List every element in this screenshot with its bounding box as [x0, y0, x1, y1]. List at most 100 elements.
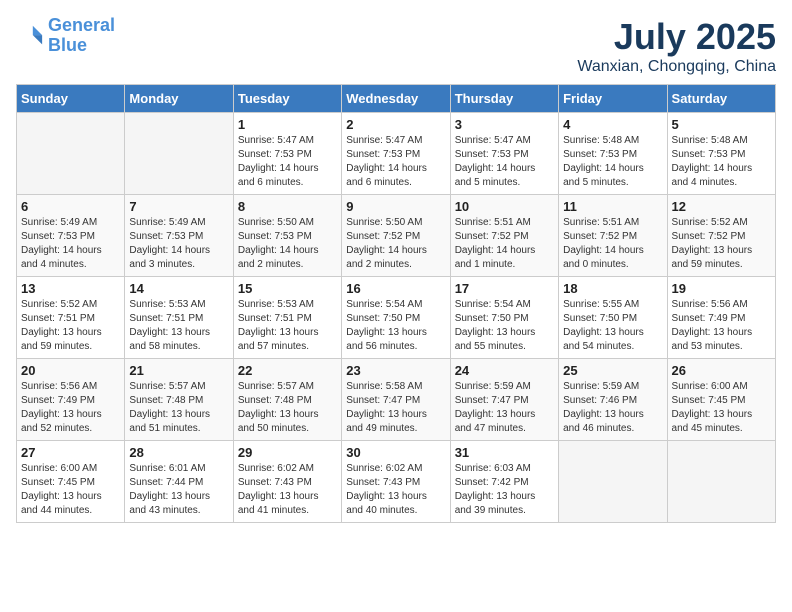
day-number: 29: [238, 445, 337, 460]
day-info: Sunrise: 5:48 AMSunset: 7:53 PMDaylight:…: [672, 134, 771, 190]
day-info: Sunrise: 5:53 AMSunset: 7:51 PMDaylight:…: [238, 298, 337, 354]
day-number: 1: [238, 117, 337, 132]
calendar-cell: 11 Sunrise: 5:51 AMSunset: 7:52 PMDayligh…: [559, 195, 667, 277]
day-info: Sunrise: 5:57 AMSunset: 7:48 PMDaylight:…: [129, 380, 228, 436]
day-number: 20: [21, 363, 120, 378]
calendar-cell: 28 Sunrise: 6:01 AMSunset: 7:44 PMDayligh…: [125, 441, 233, 523]
day-number: 27: [21, 445, 120, 460]
day-info: Sunrise: 5:47 AMSunset: 7:53 PMDaylight:…: [238, 134, 337, 190]
day-info: Sunrise: 5:56 AMSunset: 7:49 PMDaylight:…: [672, 298, 771, 354]
calendar-cell: 18 Sunrise: 5:55 AMSunset: 7:50 PMDayligh…: [559, 277, 667, 359]
day-info: Sunrise: 5:54 AMSunset: 7:50 PMDaylight:…: [455, 298, 554, 354]
day-number: 18: [563, 281, 662, 296]
day-number: 24: [455, 363, 554, 378]
logo: General Blue: [16, 16, 115, 56]
calendar-week-row: 20 Sunrise: 5:56 AMSunset: 7:49 PMDayligh…: [17, 359, 776, 441]
calendar-week-row: 1 Sunrise: 5:47 AMSunset: 7:53 PMDaylight…: [17, 113, 776, 195]
calendar-cell: 9Sunrise: 5:50 AMSunset: 7:52 PMDaylight…: [342, 195, 450, 277]
day-info: Sunrise: 6:02 AMSunset: 7:43 PMDaylight:…: [238, 462, 337, 518]
day-number: 13: [21, 281, 120, 296]
calendar-cell: 30Sunrise: 6:02 AMSunset: 7:43 PMDayligh…: [342, 441, 450, 523]
calendar-week-row: 6 Sunrise: 5:49 AMSunset: 7:53 PMDaylight…: [17, 195, 776, 277]
calendar-cell: 4 Sunrise: 5:48 AMSunset: 7:53 PMDaylight…: [559, 113, 667, 195]
calendar-cell: 5Sunrise: 5:48 AMSunset: 7:53 PMDaylight…: [667, 113, 775, 195]
day-info: Sunrise: 5:57 AMSunset: 7:48 PMDaylight:…: [238, 380, 337, 436]
calendar-cell: 7 Sunrise: 5:49 AMSunset: 7:53 PMDaylight…: [125, 195, 233, 277]
day-info: Sunrise: 5:49 AMSunset: 7:53 PMDaylight:…: [129, 216, 228, 272]
calendar-cell: 31Sunrise: 6:03 AMSunset: 7:42 PMDayligh…: [450, 441, 558, 523]
logo-icon: [16, 22, 44, 50]
calendar-cell: 22Sunrise: 5:57 AMSunset: 7:48 PMDayligh…: [233, 359, 341, 441]
calendar-cell: 14 Sunrise: 5:53 AMSunset: 7:51 PMDayligh…: [125, 277, 233, 359]
day-of-week-header: Friday: [559, 85, 667, 113]
day-number: 9: [346, 199, 445, 214]
day-info: Sunrise: 5:52 AMSunset: 7:52 PMDaylight:…: [672, 216, 771, 272]
calendar-cell: 12Sunrise: 5:52 AMSunset: 7:52 PMDayligh…: [667, 195, 775, 277]
day-number: 6: [21, 199, 120, 214]
location: Wanxian, Chongqing, China: [577, 58, 776, 76]
day-of-week-header: Sunday: [17, 85, 125, 113]
calendar-cell: [667, 441, 775, 523]
page-header: General Blue July 2025 Wanxian, Chongqin…: [16, 16, 776, 76]
calendar-cell: 6 Sunrise: 5:49 AMSunset: 7:53 PMDaylight…: [17, 195, 125, 277]
month-title: July 2025: [577, 16, 776, 58]
calendar-cell: 25 Sunrise: 5:59 AMSunset: 7:46 PMDayligh…: [559, 359, 667, 441]
day-info: Sunrise: 6:02 AMSunset: 7:43 PMDaylight:…: [346, 462, 445, 518]
day-number: 15: [238, 281, 337, 296]
calendar-cell: 8 Sunrise: 5:50 AMSunset: 7:53 PMDaylight…: [233, 195, 341, 277]
day-number: 26: [672, 363, 771, 378]
calendar-cell: [125, 113, 233, 195]
day-info: Sunrise: 5:50 AMSunset: 7:53 PMDaylight:…: [238, 216, 337, 272]
day-number: 2: [346, 117, 445, 132]
day-info: Sunrise: 5:53 AMSunset: 7:51 PMDaylight:…: [129, 298, 228, 354]
calendar-cell: 20 Sunrise: 5:56 AMSunset: 7:49 PMDayligh…: [17, 359, 125, 441]
day-of-week-header: Wednesday: [342, 85, 450, 113]
day-number: 31: [455, 445, 554, 460]
day-info: Sunrise: 5:49 AMSunset: 7:53 PMDaylight:…: [21, 216, 120, 272]
calendar-cell: 15 Sunrise: 5:53 AMSunset: 7:51 PMDayligh…: [233, 277, 341, 359]
calendar-cell: 13 Sunrise: 5:52 AMSunset: 7:51 PMDayligh…: [17, 277, 125, 359]
day-info: Sunrise: 5:56 AMSunset: 7:49 PMDaylight:…: [21, 380, 120, 436]
calendar-cell: 19 Sunrise: 5:56 AMSunset: 7:49 PMDayligh…: [667, 277, 775, 359]
day-info: Sunrise: 5:58 AMSunset: 7:47 PMDaylight:…: [346, 380, 445, 436]
calendar-cell: [17, 113, 125, 195]
day-number: 25: [563, 363, 662, 378]
day-number: 8: [238, 199, 337, 214]
day-info: Sunrise: 6:00 AMSunset: 7:45 PMDaylight:…: [672, 380, 771, 436]
day-number: 3: [455, 117, 554, 132]
day-number: 28: [129, 445, 228, 460]
day-number: 10: [455, 199, 554, 214]
day-info: Sunrise: 5:47 AMSunset: 7:53 PMDaylight:…: [455, 134, 554, 190]
day-info: Sunrise: 5:59 AMSunset: 7:46 PMDaylight:…: [563, 380, 662, 436]
day-info: Sunrise: 6:00 AMSunset: 7:45 PMDaylight:…: [21, 462, 120, 518]
logo-text: General Blue: [48, 16, 115, 56]
calendar-cell: 23 Sunrise: 5:58 AMSunset: 7:47 PMDayligh…: [342, 359, 450, 441]
day-info: Sunrise: 5:51 AMSunset: 7:52 PMDaylight:…: [455, 216, 554, 272]
calendar-cell: 17 Sunrise: 5:54 AMSunset: 7:50 PMDayligh…: [450, 277, 558, 359]
day-info: Sunrise: 5:51 AMSunset: 7:52 PMDaylight:…: [563, 216, 662, 272]
day-number: 16: [346, 281, 445, 296]
calendar-cell: 1 Sunrise: 5:47 AMSunset: 7:53 PMDaylight…: [233, 113, 341, 195]
day-number: 4: [563, 117, 662, 132]
calendar-cell: 10 Sunrise: 5:51 AMSunset: 7:52 PMDayligh…: [450, 195, 558, 277]
day-of-week-header: Saturday: [667, 85, 775, 113]
calendar-cell: 29 Sunrise: 6:02 AMSunset: 7:43 PMDayligh…: [233, 441, 341, 523]
day-number: 7: [129, 199, 228, 214]
day-number: 23: [346, 363, 445, 378]
day-number: 19: [672, 281, 771, 296]
day-info: Sunrise: 5:52 AMSunset: 7:51 PMDaylight:…: [21, 298, 120, 354]
day-info: Sunrise: 5:54 AMSunset: 7:50 PMDaylight:…: [346, 298, 445, 354]
day-info: Sunrise: 5:48 AMSunset: 7:53 PMDaylight:…: [563, 134, 662, 190]
day-number: 17: [455, 281, 554, 296]
calendar-cell: 24Sunrise: 5:59 AMSunset: 7:47 PMDayligh…: [450, 359, 558, 441]
day-of-week-header: Tuesday: [233, 85, 341, 113]
day-number: 14: [129, 281, 228, 296]
calendar-cell: 27 Sunrise: 6:00 AMSunset: 7:45 PMDayligh…: [17, 441, 125, 523]
day-number: 11: [563, 199, 662, 214]
day-of-week-header: Thursday: [450, 85, 558, 113]
day-info: Sunrise: 5:55 AMSunset: 7:50 PMDaylight:…: [563, 298, 662, 354]
calendar-cell: 2Sunrise: 5:47 AMSunset: 7:53 PMDaylight…: [342, 113, 450, 195]
title-block: July 2025 Wanxian, Chongqing, China: [577, 16, 776, 76]
day-info: Sunrise: 6:01 AMSunset: 7:44 PMDaylight:…: [129, 462, 228, 518]
calendar-week-row: 13 Sunrise: 5:52 AMSunset: 7:51 PMDayligh…: [17, 277, 776, 359]
